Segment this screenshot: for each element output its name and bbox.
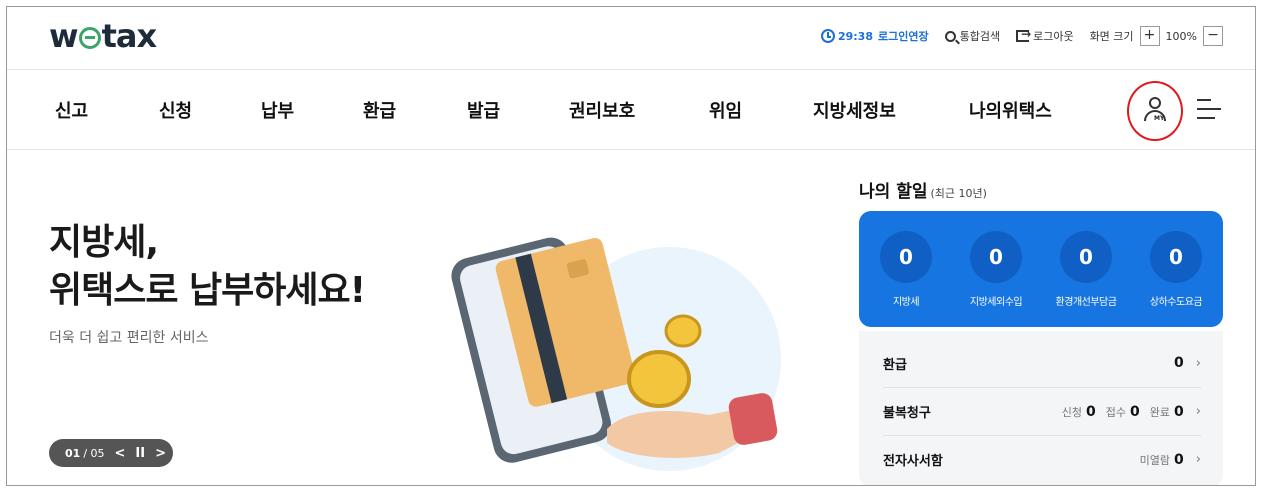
- nav-item-delegate[interactable]: 위임: [709, 97, 742, 123]
- todo-period: (최근 10년): [930, 187, 987, 200]
- next-slide-button[interactable]: >: [155, 446, 166, 461]
- chevron-right-icon: ›: [1195, 404, 1201, 419]
- stat-value: 0: [1060, 231, 1112, 283]
- logo-text-w: w: [49, 17, 79, 55]
- hero-title-line2: 위택스로 납부하세요!: [49, 270, 366, 311]
- chevron-right-icon: ›: [1195, 355, 1201, 371]
- nav-item-refund[interactable]: 환급: [363, 97, 396, 123]
- todo-list-panel: 환급 0 › 불복청구 신청 0 접수 0 완료 0 › 전자사서함 미열람 0…: [859, 331, 1223, 485]
- mailbox-unread-label: 미열람: [1139, 453, 1171, 467]
- todo-title: 나의 할일 (최근 10년): [859, 177, 987, 202]
- zoom-out-button[interactable]: −: [1203, 26, 1223, 46]
- nav-item-payment[interactable]: 납부: [261, 97, 294, 123]
- hero-subtitle: 더욱 더 쉽고 편리한 서비스: [49, 330, 209, 346]
- appeal-done-count: 0: [1174, 403, 1184, 420]
- pause-slide-button[interactable]: II: [135, 446, 145, 461]
- stat-label: 환경개선부담금: [1055, 297, 1117, 308]
- logo-e-icon: [78, 27, 101, 49]
- stat-label: 지방세외수입: [969, 297, 1023, 308]
- nav-item-rights[interactable]: 권리보호: [569, 97, 635, 123]
- appeal-received-count: 0: [1130, 403, 1140, 420]
- user-my-icon: MY: [1142, 97, 1168, 123]
- zoom-control: 화면 크기 + 100% −: [1090, 26, 1229, 46]
- stat-value: 0: [880, 231, 932, 283]
- login-timer: 29:38 로그인연장: [820, 28, 929, 44]
- search-icon: [944, 30, 956, 42]
- stat-label: 상하수도요금: [1149, 297, 1203, 308]
- pager-total: / 05: [83, 446, 105, 460]
- zoom-in-button[interactable]: +: [1139, 26, 1160, 46]
- chevron-right-icon: ›: [1195, 452, 1201, 467]
- appeal-received-label: 접수: [1105, 405, 1127, 419]
- nav-item-localtax-info[interactable]: 지방세정보: [813, 97, 896, 123]
- mailbox-row[interactable]: 전자사서함 미열람 0 ›: [883, 435, 1201, 483]
- extend-login-button[interactable]: 로그인연장: [878, 28, 929, 44]
- stat-value: 0: [1150, 231, 1202, 283]
- page-frame: w tax 29:38 로그인연장 통합검색 로그아웃 화면 크기 + 100%: [6, 6, 1256, 486]
- logout-link[interactable]: 로그아웃: [1016, 27, 1074, 44]
- pager-current: 01: [65, 446, 81, 460]
- main-nav: 신고 신청 납부 환급 발급 권리보호 위임 지방세정보 나의위택스 MY: [7, 69, 1255, 150]
- my-page-button[interactable]: MY: [1127, 81, 1183, 141]
- utility-bar: w tax 29:38 로그인연장 통합검색 로그아웃 화면 크기 + 100%: [7, 7, 1255, 69]
- hero-title: 지방세, 위택스로 납부하세요!: [49, 219, 366, 315]
- stat-label: 지방세: [892, 297, 920, 308]
- stat-water-fee[interactable]: 0 상하수도요금: [1131, 231, 1221, 308]
- stat-value: 0: [970, 231, 1022, 283]
- refund-label: 환급: [883, 357, 907, 373]
- clock-icon: [820, 29, 835, 43]
- session-timer: 29:38: [837, 29, 873, 43]
- nav-item-apply[interactable]: 신청: [159, 97, 192, 123]
- zoom-label: 화면 크기: [1089, 30, 1134, 43]
- phone-card-payment-illustration: [451, 237, 781, 471]
- mailbox-unread-count: 0: [1174, 451, 1184, 468]
- nav-item-issue[interactable]: 발급: [467, 97, 500, 123]
- stat-environment-charge[interactable]: 0 환경개선부담금: [1041, 231, 1131, 308]
- appeal-row[interactable]: 불복청구 신청 0 접수 0 완료 0 ›: [883, 387, 1201, 435]
- hero-title-line1: 지방세,: [49, 222, 159, 263]
- zoom-value: 100%: [1165, 29, 1197, 43]
- appeal-label: 불복청구: [883, 406, 931, 421]
- appeal-applied-label: 신청: [1061, 405, 1083, 419]
- wetax-logo[interactable]: w tax: [49, 17, 158, 55]
- my-label: MY: [1154, 115, 1165, 122]
- prev-slide-button[interactable]: <: [115, 446, 126, 461]
- mailbox-label: 전자사서함: [883, 454, 943, 469]
- logout-icon: [1016, 27, 1031, 42]
- stat-non-tax-revenue[interactable]: 0 지방세외수입: [951, 231, 1041, 308]
- appeal-done-label: 완료: [1149, 405, 1171, 419]
- appeal-applied-count: 0: [1086, 403, 1096, 420]
- nav-item-my-wetax[interactable]: 나의위택스: [969, 97, 1052, 123]
- banner-pager: 01 / 05 < II >: [49, 439, 173, 467]
- logo-text-tax: tax: [101, 17, 158, 55]
- utility-links: 29:38 로그인연장 통합검색 로그아웃 화면 크기 + 100% −: [805, 26, 1229, 46]
- refund-row[interactable]: 환급 0 ›: [883, 339, 1201, 387]
- refund-count: 0: [1174, 355, 1184, 371]
- todo-title-text: 나의 할일: [859, 182, 928, 202]
- hamburger-menu-icon[interactable]: [1197, 99, 1221, 119]
- logout-label: 로그아웃: [1033, 30, 1074, 43]
- unified-search-link[interactable]: 통합검색: [944, 28, 1001, 44]
- search-label: 통합검색: [959, 30, 1001, 43]
- nav-item-report[interactable]: 신고: [55, 97, 88, 123]
- todo-stats-panel: 0 지방세 0 지방세외수입 0 환경개선부담금 0 상하수도요금: [859, 211, 1223, 327]
- stat-local-tax[interactable]: 0 지방세: [861, 231, 951, 308]
